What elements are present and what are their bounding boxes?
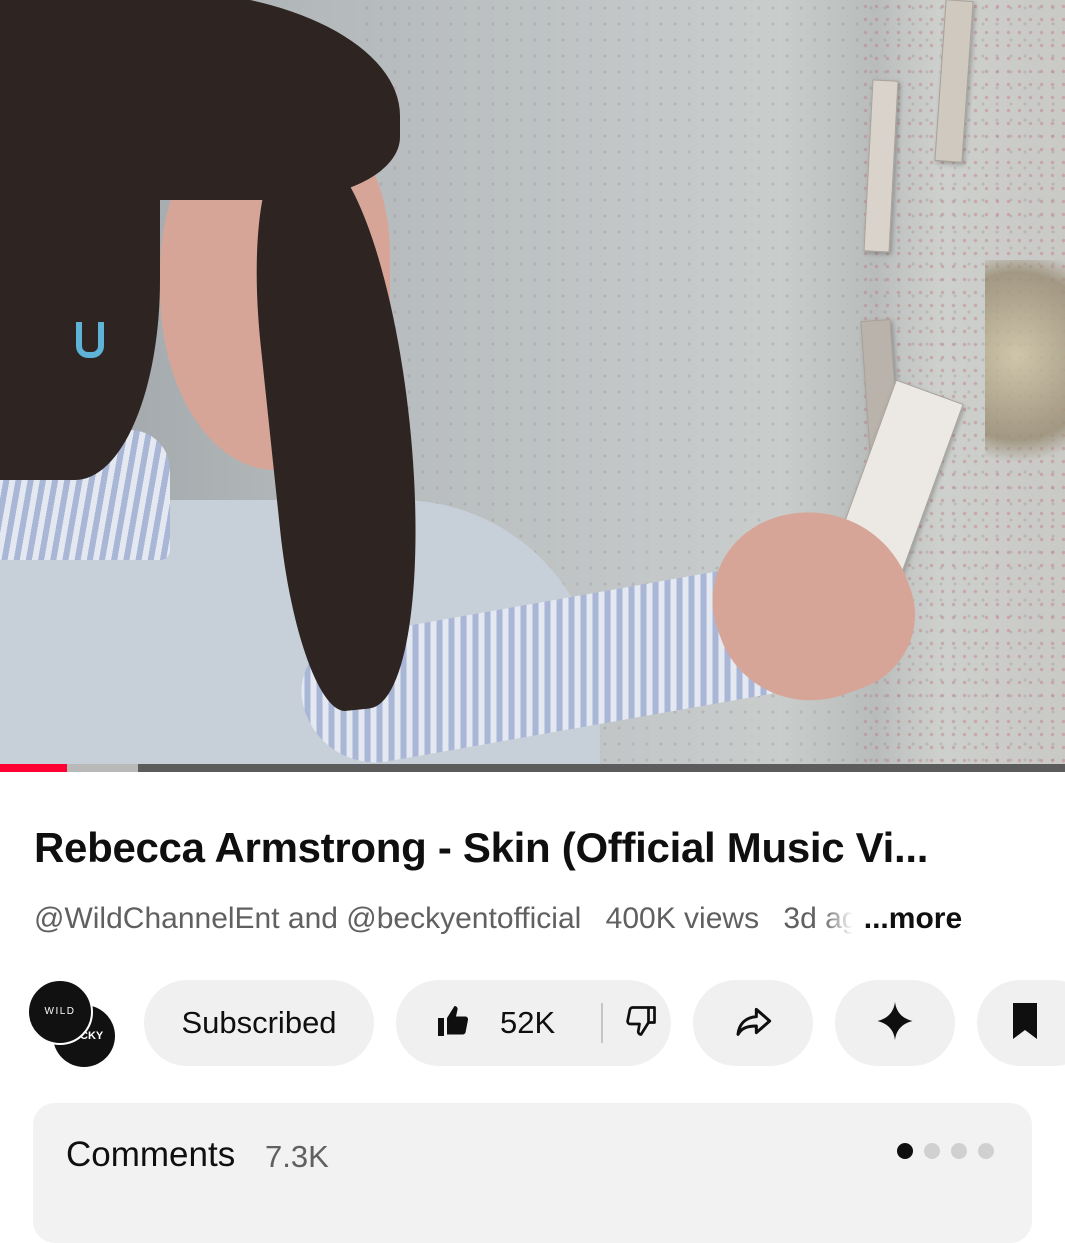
comments-panel[interactable]: Comments 7.3K	[33, 1103, 1032, 1243]
like-button[interactable]: 52K	[396, 1003, 579, 1044]
channel-names[interactable]: @WildChannelEnt and @beckyentofficial	[34, 902, 581, 936]
dislike-button[interactable]	[623, 1003, 659, 1044]
progress-played	[0, 764, 68, 772]
bookmark-icon	[1007, 999, 1043, 1048]
video-metadata[interactable]: @WildChannelEnt and @beckyentofficial 40…	[34, 902, 1034, 942]
thumbs-down-icon	[623, 1005, 659, 1043]
comments-count: 7.3K	[265, 1139, 329, 1174]
subscribed-button[interactable]: Subscribed	[144, 980, 374, 1066]
page-dot	[951, 1143, 967, 1159]
progress-bar[interactable]	[0, 764, 1065, 772]
view-count: 400K views	[605, 902, 760, 935]
thumbs-up-icon	[434, 1003, 472, 1044]
comments-label: Comments	[66, 1135, 236, 1174]
share-button[interactable]	[693, 980, 813, 1066]
carousel-dots	[897, 1143, 994, 1159]
page-dot	[924, 1143, 940, 1159]
video-title[interactable]: Rebecca Armstrong - Skin (Official Music…	[34, 824, 1039, 872]
video-player[interactable]	[0, 0, 1065, 772]
sparkle-icon	[874, 1000, 916, 1047]
video-info-sheet: Rebecca Armstrong - Skin (Official Music…	[0, 772, 1065, 1243]
save-button[interactable]	[977, 980, 1065, 1066]
page-dot	[978, 1143, 994, 1159]
like-dislike-group: 52K	[396, 980, 671, 1066]
upload-age: 3d ago	[783, 902, 854, 935]
avatar-wild[interactable]: WILD	[27, 979, 93, 1045]
more-link[interactable]: ...more	[864, 902, 962, 936]
like-divider	[601, 1003, 603, 1043]
subscribed-label: Subscribed	[181, 1005, 337, 1040]
ask-ai-button[interactable]	[835, 980, 955, 1066]
earring	[76, 322, 104, 358]
like-count: 52K	[500, 1005, 556, 1040]
page-dot	[897, 1143, 913, 1159]
share-icon	[731, 1001, 775, 1046]
